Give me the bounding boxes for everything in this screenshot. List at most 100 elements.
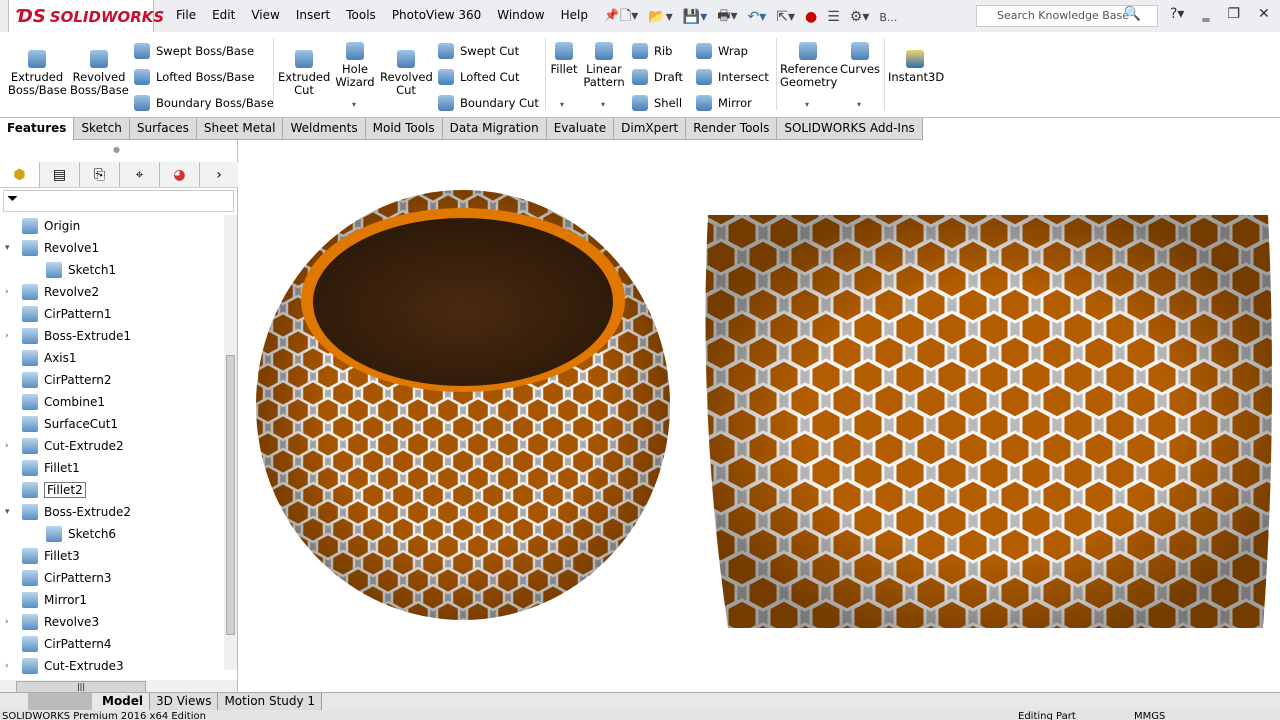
tree-item[interactable]: ▾ Boss-Extrude2 [0,501,224,523]
displaymanager-tab-icon[interactable]: ◕ [160,162,200,187]
help-icon[interactable]: ?▾ [1170,6,1184,22]
close-button[interactable]: ✕ [1258,6,1270,22]
swept-cut-button[interactable]: Swept Cut [438,43,519,59]
curves-dropdown[interactable]: ▾ [857,100,861,109]
tree-item[interactable]: Sketch6 [0,523,224,545]
mirror-button[interactable]: Mirror [696,95,752,111]
fillet-dropdown[interactable]: ▾ [560,100,564,109]
menu-insert[interactable]: Insert [296,8,330,22]
tree-item[interactable]: › Revolve3 [0,611,224,633]
menu-help[interactable]: Help [561,8,588,22]
tab-evaluate[interactable]: Evaluate [546,118,615,140]
menu-edit[interactable]: Edit [212,8,235,22]
lofted-cut-button[interactable]: Lofted Cut [438,69,519,85]
curves-button[interactable]: Curves [840,42,880,76]
menu-file[interactable]: File [176,8,196,22]
menu-photoview[interactable]: PhotoView 360 [392,8,481,22]
tab-weldments[interactable]: Weldments [283,118,366,140]
linear-pattern-dropdown[interactable]: ▾ [601,100,605,109]
tree-item[interactable]: SurfaceCut1 [0,413,224,435]
reference-geometry-dropdown[interactable]: ▾ [805,100,809,109]
filter-input[interactable]: ⏷ [3,190,234,212]
tab-model[interactable]: Model [96,693,151,710]
panel-expand-arrow-icon[interactable]: › [200,162,238,187]
expand-toggle-icon[interactable]: ▾ [5,507,10,517]
pin-icon[interactable]: 📌 [604,8,619,22]
minimize-button[interactable]: ‗ [1202,6,1209,22]
tab-sheet-metal[interactable]: Sheet Metal [196,118,284,140]
tab-solidworks-addins[interactable]: SOLIDWORKS Add-Ins [777,118,923,140]
boundary-boss-button[interactable]: Boundary Boss/Base [134,95,274,111]
menu-view[interactable]: View [251,8,279,22]
print-icon[interactable]: 🖶▾ [717,5,737,29]
tree-item[interactable]: Fillet2 [0,479,224,501]
tree-item[interactable]: Mirror1 [0,589,224,611]
vertical-scrollbar[interactable] [224,215,237,670]
menu-tools[interactable]: Tools [346,8,376,22]
tree-item[interactable]: Fillet3 [0,545,224,567]
hole-wizard-button[interactable]: Hole Wizard [332,42,378,89]
new-icon[interactable]: 🗋▾ [620,5,638,29]
tree-item[interactable]: CirPattern2 [0,369,224,391]
rebuild-icon[interactable]: ● [805,9,817,25]
expand-toggle-icon[interactable]: › [5,617,9,627]
draft-button[interactable]: Draft [632,69,683,85]
search-knowledge-base-input[interactable]: Search Knowledge Base 🔍 [976,5,1158,27]
intersect-button[interactable]: Intersect [696,69,769,85]
tree-item[interactable]: CirPattern3 [0,567,224,589]
tree-item[interactable]: › Cut-Extrude3 [0,655,224,677]
expand-toggle-icon[interactable]: › [5,331,9,341]
extruded-cut-button[interactable]: Extruded Cut [278,50,330,97]
tab-surfaces[interactable]: Surfaces [129,118,197,140]
expand-toggle-icon[interactable]: › [5,441,9,451]
shell-button[interactable]: Shell [632,95,682,111]
tab-features[interactable]: Features [0,118,75,140]
truncated-button[interactable]: B... [879,11,897,24]
options-gear-icon[interactable]: ⚙▾ [850,9,870,25]
expand-toggle-icon[interactable]: › [5,287,9,297]
tree-item[interactable]: CirPattern1 [0,303,224,325]
propertymanager-tab-icon[interactable]: ▤ [40,162,80,187]
fillet-button[interactable]: Fillet [549,42,579,76]
lofted-boss-button[interactable]: Lofted Boss/Base [134,69,254,85]
tab-mold-tools[interactable]: Mold Tools [365,118,443,140]
wrap-button[interactable]: Wrap [696,43,748,59]
graphics-area[interactable] [238,140,1280,692]
rib-button[interactable]: Rib [632,43,673,59]
boundary-cut-button[interactable]: Boundary Cut [438,95,539,111]
undo-icon[interactable]: ↶▾ [747,9,766,25]
scrollbar-thumb[interactable] [226,355,235,635]
tree-item[interactable]: › Revolve2 [0,281,224,303]
hole-wizard-dropdown[interactable]: ▾ [352,100,356,109]
tree-item[interactable]: › Cut-Extrude2 [0,435,224,457]
tree-item[interactable]: Fillet1 [0,457,224,479]
select-icon[interactable]: ⇱▾ [776,9,795,25]
tree-item[interactable]: CirPattern4 [0,633,224,655]
menu-window[interactable]: Window [497,8,544,22]
tree-item[interactable]: ▾ Revolve1 [0,237,224,259]
tab-3d-views[interactable]: 3D Views [150,693,219,710]
tree-item[interactable]: Origin [0,215,224,237]
swept-boss-button[interactable]: Swept Boss/Base [134,43,254,59]
instant3d-button[interactable]: Instant3D [888,50,944,84]
solidworks-logo[interactable]: ƊS SOLIDWORKS [8,0,164,34]
tab-data-migration[interactable]: Data Migration [442,118,547,140]
panel-splitter[interactable]: ● [113,145,120,154]
dimxpertmanager-tab-icon[interactable]: ⌖ [120,162,160,187]
tab-sketch[interactable]: Sketch [74,118,130,140]
reference-geometry-button[interactable]: Reference Geometry [780,42,838,89]
tree-item[interactable]: › Boss-Extrude1 [0,325,224,347]
tree-item[interactable]: Sketch1 [0,259,224,281]
revolved-cut-button[interactable]: Revolved Cut [380,50,433,97]
restore-button[interactable]: ❐ [1227,6,1240,22]
configurationmanager-tab-icon[interactable]: ⎘ [80,162,120,187]
status-units[interactable]: MMGS [1134,710,1165,720]
revolved-boss-button[interactable]: Revolved Boss/Base [70,50,129,97]
tab-motion-study-1[interactable]: Motion Study 1 [218,693,323,710]
open-icon[interactable]: 📂▾ [648,9,672,25]
save-icon[interactable]: 💾▾ [683,9,707,25]
featuremanager-tab-icon[interactable]: ⬢ [0,162,40,187]
tab-navigation-arrows[interactable] [28,693,92,710]
tree-item[interactable]: Combine1 [0,391,224,413]
tab-dimxpert[interactable]: DimXpert [614,118,687,140]
